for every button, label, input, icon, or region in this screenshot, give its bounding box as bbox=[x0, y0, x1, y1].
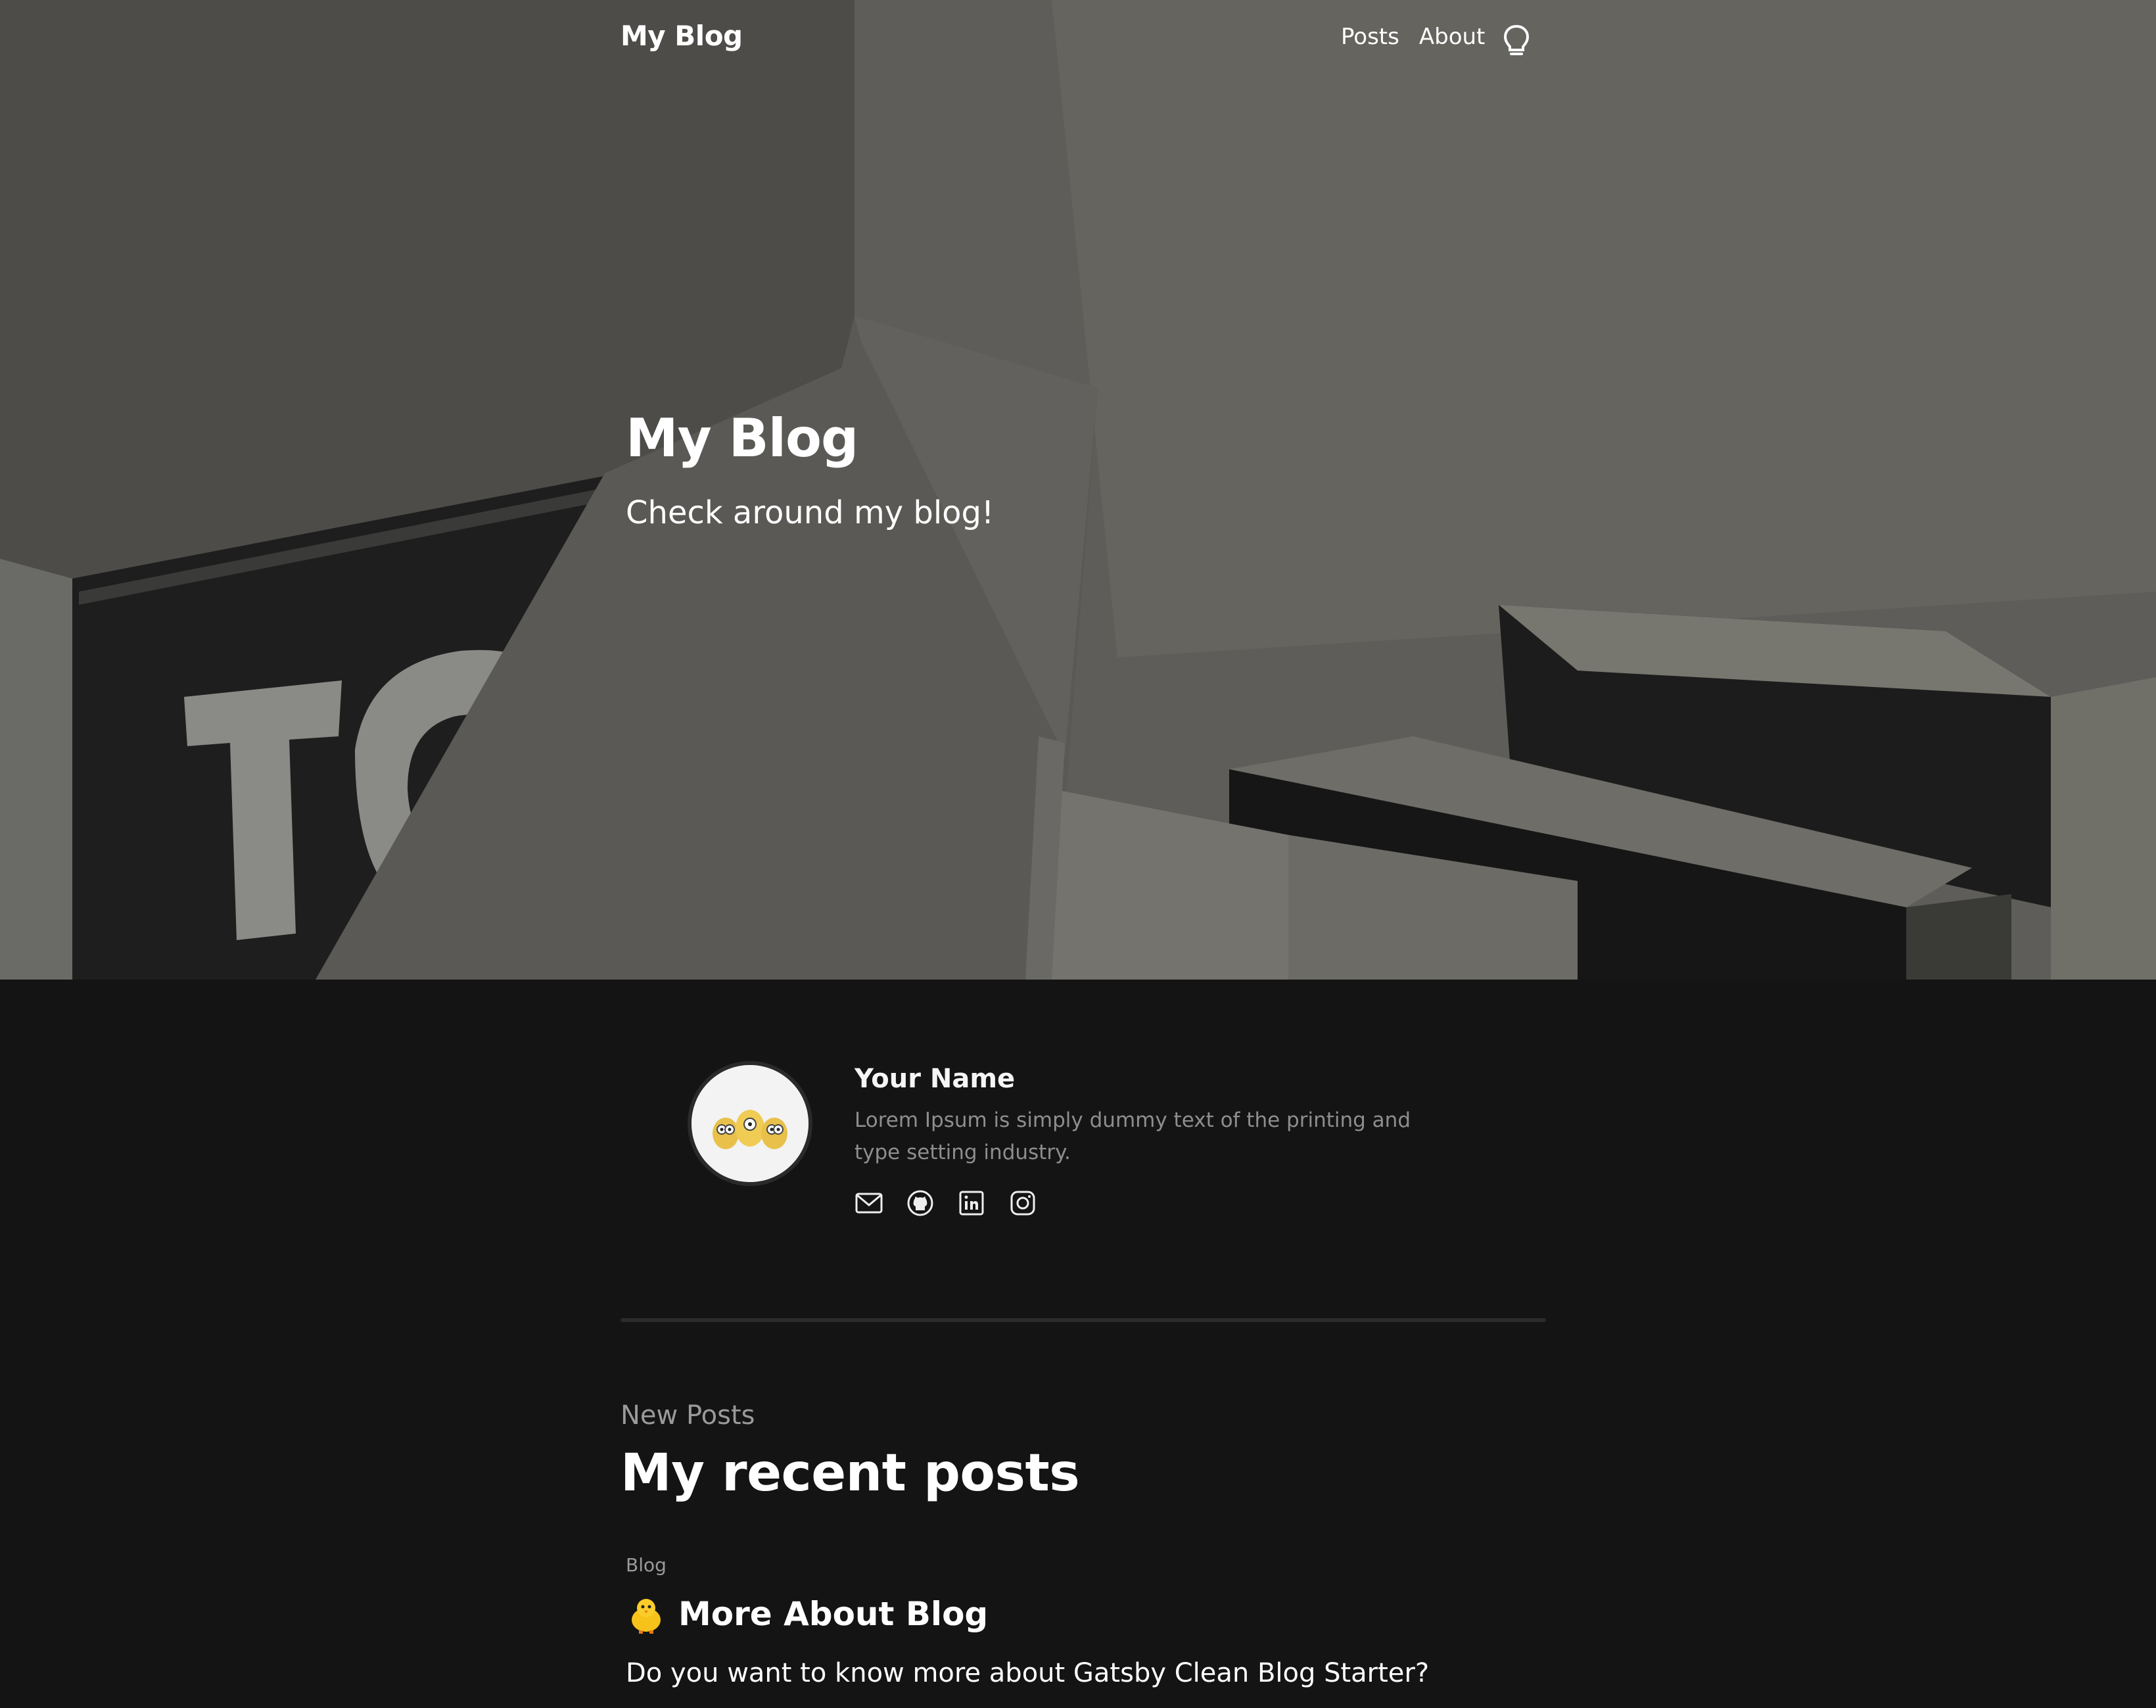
hero-title: My Blog bbox=[626, 408, 858, 469]
top-navigation-bar: My Blog Posts About bbox=[0, 0, 2156, 82]
mail-icon[interactable] bbox=[855, 1189, 883, 1218]
main-nav: Posts About bbox=[1341, 24, 1485, 50]
post-excerpt: Do you want to know more about Gatsby Cl… bbox=[626, 1658, 1430, 1688]
author-description: Lorem Ipsum is simply dummy text of the … bbox=[855, 1108, 1411, 1164]
posts-section-label: New Posts bbox=[621, 1400, 755, 1431]
lightbulb-icon bbox=[1503, 24, 1530, 55]
nav-link-about[interactable]: About bbox=[1419, 24, 1486, 50]
post-title-text: More About Blog bbox=[678, 1595, 989, 1633]
linkedin-icon[interactable] bbox=[957, 1189, 986, 1218]
post-category-link[interactable]: Blog bbox=[626, 1554, 667, 1576]
nav-link-posts[interactable]: Posts bbox=[1341, 24, 1399, 50]
hero-subtitle: Check around my blog! bbox=[626, 494, 995, 531]
avatar bbox=[688, 1061, 812, 1186]
hero-background-image bbox=[0, 0, 2156, 980]
github-icon[interactable] bbox=[906, 1189, 935, 1218]
post-title-link[interactable]: More About Blog bbox=[626, 1594, 988, 1634]
social-links bbox=[855, 1189, 1037, 1218]
avatar-image bbox=[691, 1065, 808, 1182]
instagram-icon[interactable] bbox=[1008, 1189, 1037, 1218]
posts-section-title: My recent posts bbox=[621, 1444, 1080, 1503]
section-divider bbox=[621, 1318, 1546, 1322]
theme-toggle-button[interactable] bbox=[1501, 24, 1532, 58]
site-brand-link[interactable]: My Blog bbox=[621, 20, 743, 52]
hero-section: My Blog Posts About My Blog Check around… bbox=[0, 0, 2156, 980]
author-name: Your Name bbox=[855, 1064, 1016, 1094]
chick-emoji-icon bbox=[626, 1594, 667, 1634]
